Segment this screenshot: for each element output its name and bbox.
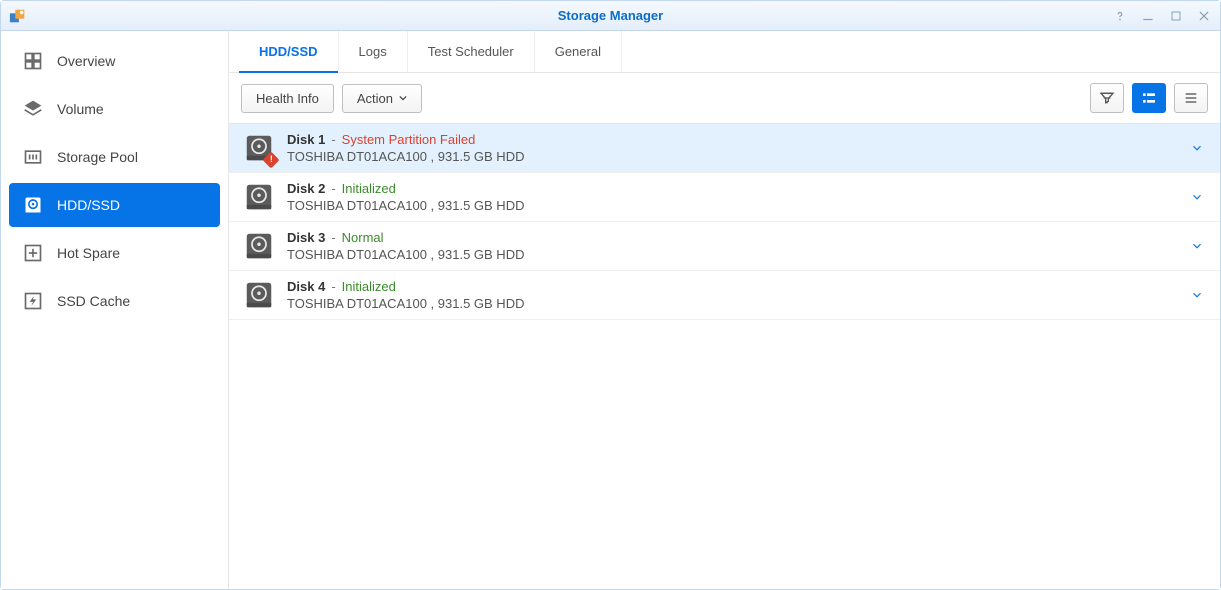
sidebar-item-label: SSD Cache (57, 293, 130, 309)
sidebar-item-label: Hot Spare (57, 245, 120, 261)
disk-status: System Partition Failed (342, 132, 476, 147)
window-controls (1112, 8, 1212, 24)
spare-icon (23, 243, 43, 263)
pool-icon (23, 147, 43, 167)
disk-details: TOSHIBA DT01ACA100 , 931.5 GB HDD (287, 296, 1176, 311)
disk-row[interactable]: Disk 2-InitializedTOSHIBA DT01ACA100 , 9… (229, 173, 1220, 222)
sidebar-item-ssd-cache[interactable]: SSD Cache (9, 279, 220, 323)
sidebar-item-hdd-ssd[interactable]: HDD/SSD (9, 183, 220, 227)
sidebar-item-label: Storage Pool (57, 149, 138, 165)
minimize-icon[interactable] (1140, 8, 1156, 24)
chevron-down-icon (399, 94, 407, 102)
sidebar-item-overview[interactable]: Overview (9, 39, 220, 83)
list-view-button[interactable] (1132, 83, 1166, 113)
disk-name: Disk 2 (287, 181, 325, 196)
maximize-icon[interactable] (1168, 8, 1184, 24)
disk-text: Disk 3-NormalTOSHIBA DT01ACA100 , 931.5 … (287, 230, 1176, 262)
action-button[interactable]: Action (342, 84, 422, 113)
chevron-down-icon (1190, 288, 1204, 302)
disk-row[interactable]: Disk 4-InitializedTOSHIBA DT01ACA100 , 9… (229, 271, 1220, 320)
hdd-icon (245, 232, 273, 260)
tab-general[interactable]: General (535, 31, 622, 72)
disk-name: Disk 1 (287, 132, 325, 147)
expand-button[interactable] (1190, 141, 1204, 155)
help-icon[interactable] (1112, 8, 1128, 24)
filter-button[interactable] (1090, 83, 1124, 113)
hdd-icon (245, 134, 273, 162)
action-label: Action (357, 91, 393, 106)
disk-status: Initialized (342, 279, 396, 294)
disk-details: TOSHIBA DT01ACA100 , 931.5 GB HDD (287, 247, 1176, 262)
disk-name: Disk 4 (287, 279, 325, 294)
titlebar: Storage Manager (1, 1, 1220, 31)
toolbar: Health Info Action (229, 73, 1220, 123)
sidebar-item-label: HDD/SSD (57, 197, 120, 213)
chevron-down-icon (1190, 239, 1204, 253)
overview-icon (23, 51, 43, 71)
volume-icon (23, 99, 43, 119)
tab-logs[interactable]: Logs (339, 31, 408, 72)
detail-view-icon (1183, 90, 1199, 106)
disk-row[interactable]: Disk 3-NormalTOSHIBA DT01ACA100 , 931.5 … (229, 222, 1220, 271)
sidebar-item-volume[interactable]: Volume (9, 87, 220, 131)
disk-name: Disk 3 (287, 230, 325, 245)
health-info-button[interactable]: Health Info (241, 84, 334, 113)
main-panel: HDD/SSDLogsTest SchedulerGeneral Health … (229, 31, 1220, 589)
detail-view-button[interactable] (1174, 83, 1208, 113)
filter-icon (1099, 90, 1115, 106)
hdd-icon (245, 183, 273, 211)
sidebar-item-label: Volume (57, 101, 104, 117)
sidebar-item-hot-spare[interactable]: Hot Spare (9, 231, 220, 275)
cache-icon (23, 291, 43, 311)
sidebar-item-label: Overview (57, 53, 115, 69)
sidebar: Overview Volume Storage Pool HDD/SSD Hot Spa… (1, 31, 229, 589)
app-window: Storage Manager Overview Volume Storage Po… (0, 0, 1221, 590)
window-title: Storage Manager (1, 8, 1220, 23)
tabs: HDD/SSDLogsTest SchedulerGeneral (229, 31, 1220, 73)
disk-text: Disk 1-System Partition FailedTOSHIBA DT… (287, 132, 1176, 164)
disk-status: Initialized (342, 181, 396, 196)
disk-status: Normal (342, 230, 384, 245)
disk-details: TOSHIBA DT01ACA100 , 931.5 GB HDD (287, 198, 1176, 213)
tab-test-scheduler[interactable]: Test Scheduler (408, 31, 535, 72)
sidebar-item-storage-pool[interactable]: Storage Pool (9, 135, 220, 179)
disk-list: Disk 1-System Partition FailedTOSHIBA DT… (229, 123, 1220, 320)
list-view-icon (1141, 90, 1157, 106)
disk-text: Disk 4-InitializedTOSHIBA DT01ACA100 , 9… (287, 279, 1176, 311)
chevron-down-icon (1190, 141, 1204, 155)
chevron-down-icon (1190, 190, 1204, 204)
tab-hdd-ssd[interactable]: HDD/SSD (239, 31, 339, 72)
close-icon[interactable] (1196, 8, 1212, 24)
hdd-icon (23, 195, 43, 215)
disk-details: TOSHIBA DT01ACA100 , 931.5 GB HDD (287, 149, 1176, 164)
expand-button[interactable] (1190, 190, 1204, 204)
expand-button[interactable] (1190, 239, 1204, 253)
app-icon (9, 7, 27, 25)
expand-button[interactable] (1190, 288, 1204, 302)
disk-text: Disk 2-InitializedTOSHIBA DT01ACA100 , 9… (287, 181, 1176, 213)
disk-row[interactable]: Disk 1-System Partition FailedTOSHIBA DT… (229, 124, 1220, 173)
hdd-icon (245, 281, 273, 309)
